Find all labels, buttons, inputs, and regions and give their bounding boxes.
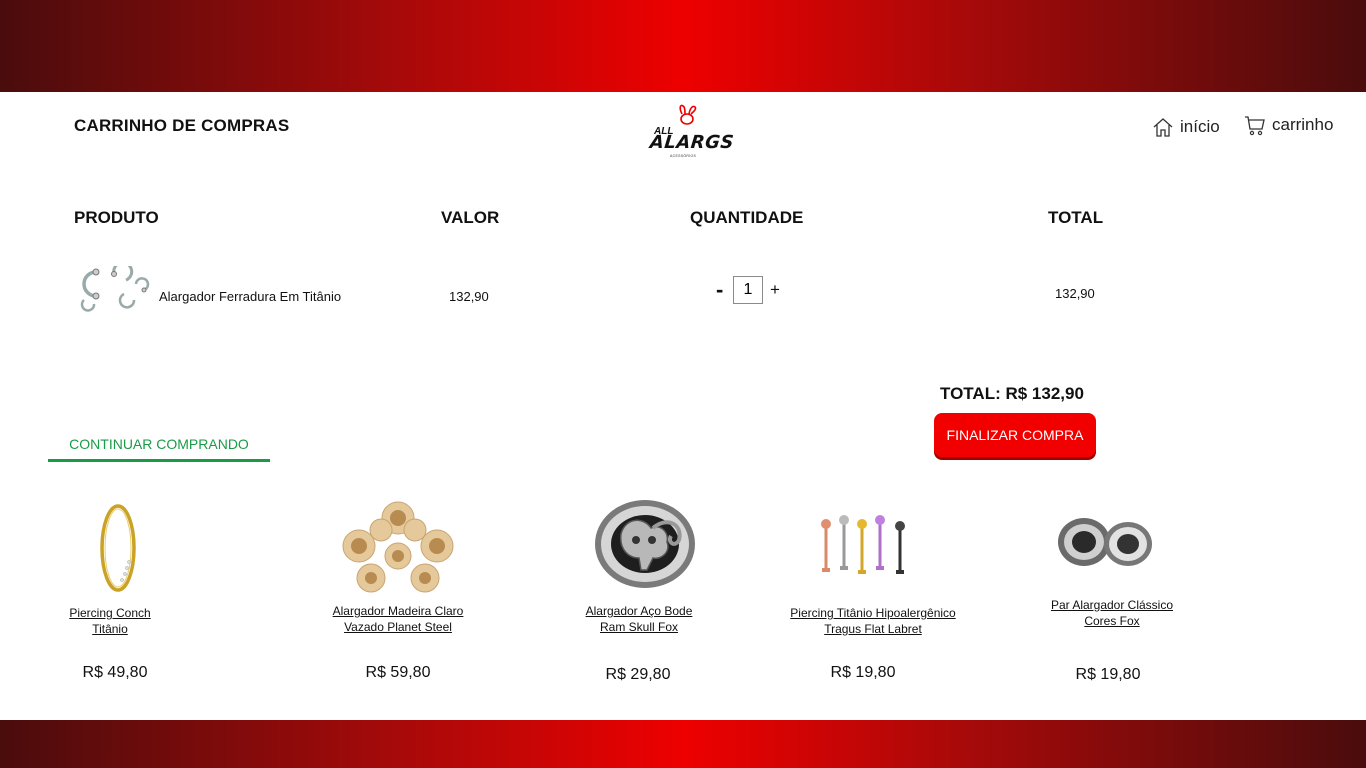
page-title: CARRINHO DE COMPRAS [74, 116, 290, 135]
nav-home-label: início [1180, 117, 1220, 136]
product-price-piercing-conch: R$ 49,80 [82, 664, 148, 681]
order-total: TOTAL: R$ 132,90 [940, 384, 1084, 403]
product-image-classico[interactable] [1056, 514, 1154, 570]
store-logo[interactable]: ALL ALARGS ACESSÓRIOS [646, 104, 735, 162]
nav-cart-label: carrinho [1272, 115, 1334, 134]
column-header-product: PRODUTO [74, 208, 159, 227]
product-title-piercing-conch[interactable]: Piercing Conch Titânio [55, 605, 165, 637]
logo-brand-text: ALARGS [648, 132, 736, 153]
product-price-ram-skull: R$ 29,80 [605, 666, 671, 683]
cart-item-total: 132,90 [1055, 286, 1095, 301]
column-header-quantity: QUANTIDADE [690, 208, 804, 227]
nav-home-link[interactable]: início [1152, 116, 1220, 138]
checkout-button[interactable]: FINALIZAR COMPRA [934, 413, 1096, 457]
product-image-labret[interactable] [814, 512, 912, 576]
cart-item-price: 132,90 [449, 289, 489, 304]
product-image-madeira[interactable] [341, 500, 455, 594]
cart-item-image [74, 261, 150, 314]
cart-icon [1245, 116, 1265, 136]
product-title-ram-skull[interactable]: Alargador Aço Bode Ram Skull Fox [572, 603, 706, 635]
bottom-banner [0, 720, 1366, 768]
product-image-ram-skull[interactable] [591, 498, 699, 590]
column-header-total: TOTAL [1048, 208, 1104, 227]
product-price-classico: R$ 19,80 [1075, 666, 1141, 683]
quantity-increase-button[interactable]: + [770, 280, 780, 300]
product-title-labret[interactable]: Piercing Titânio Hipoalergênico Tragus F… [778, 605, 968, 637]
column-header-value: VALOR [441, 208, 500, 227]
product-price-madeira: R$ 59,80 [365, 664, 431, 681]
logo-tagline: ACESSÓRIOS [670, 154, 697, 158]
product-title-classico[interactable]: Par Alargador Clássico Cores Fox [1042, 597, 1182, 629]
product-title-madeira[interactable]: Alargador Madeira Claro Vazado Planet St… [318, 603, 478, 635]
cart-item-name: Alargador Ferradura Em Titânio [159, 289, 342, 304]
top-banner [0, 0, 1366, 92]
home-icon [1153, 118, 1173, 137]
product-price-labret: R$ 19,80 [830, 664, 896, 681]
continue-shopping-link[interactable]: CONTINUAR COMPRANDO [48, 436, 270, 462]
product-image-piercing-conch[interactable] [96, 502, 140, 594]
nav-cart-link[interactable]: carrinho [1244, 114, 1333, 136]
quantity-input[interactable] [733, 276, 763, 304]
bunny-logo-icon [679, 104, 697, 125]
quantity-decrease-button[interactable]: - [716, 277, 723, 303]
